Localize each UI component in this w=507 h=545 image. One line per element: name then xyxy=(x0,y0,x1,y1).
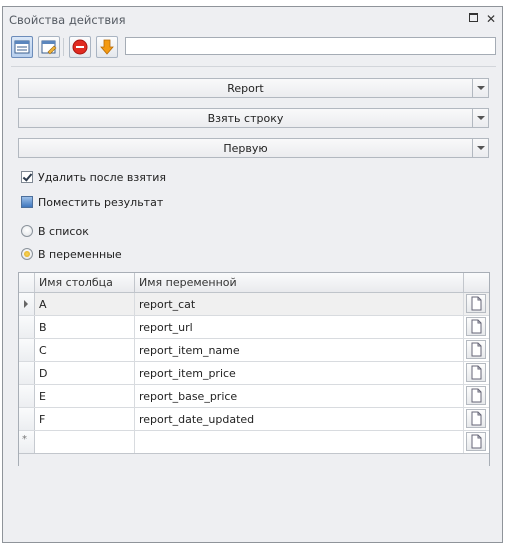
copy-icon[interactable] xyxy=(466,432,486,451)
variable-name-header[interactable]: Имя переменной xyxy=(135,273,464,292)
variable-name-cell[interactable]: report_url xyxy=(135,316,464,338)
source-select[interactable]: Report xyxy=(18,78,489,98)
action-select-value: Взять строку xyxy=(207,112,284,125)
action-properties-window: Свойства действия ✕ Report Взять строку … xyxy=(2,6,503,543)
toolbar-separator xyxy=(63,38,64,56)
column-name-header[interactable]: Имя столбца xyxy=(35,273,135,292)
variable-name-cell[interactable] xyxy=(135,431,464,453)
row-action-cell xyxy=(464,385,489,407)
table-row[interactable]: C report_item_name xyxy=(19,339,489,362)
row-indicator xyxy=(19,316,35,338)
stop-icon[interactable] xyxy=(69,36,91,58)
column-name-cell[interactable]: D xyxy=(35,362,135,384)
variable-name-cell[interactable]: report_item_name xyxy=(135,339,464,361)
header-indicator xyxy=(19,273,35,292)
row-action-cell xyxy=(464,339,489,361)
to-variables-label: В переменные xyxy=(38,247,122,261)
column-name-cell[interactable]: A xyxy=(35,293,135,315)
column-name-cell[interactable]: F xyxy=(35,408,135,430)
row-action-cell xyxy=(464,316,489,338)
restore-icon[interactable] xyxy=(469,13,478,25)
store-result-label: Поместить результат xyxy=(38,195,164,209)
table-row[interactable]: E report_base_price xyxy=(19,385,489,408)
radio-button[interactable] xyxy=(21,225,33,237)
column-name-cell[interactable] xyxy=(35,431,135,453)
row-action-cell xyxy=(464,293,489,315)
table-row[interactable]: F report_date_updated xyxy=(19,408,489,431)
variable-name-cell[interactable]: report_item_price xyxy=(135,362,464,384)
row-action-cell xyxy=(464,362,489,384)
action-select[interactable]: Взять строку xyxy=(18,108,489,128)
toolbar-text-input[interactable] xyxy=(125,37,496,55)
row-indicator xyxy=(19,339,35,361)
grid-header: Имя столбца Имя переменной xyxy=(19,273,489,293)
current-row-icon xyxy=(24,300,28,308)
source-select-value: Report xyxy=(227,82,264,95)
store-result-checkbox[interactable]: Поместить результат xyxy=(21,194,163,210)
to-list-radio[interactable]: В список xyxy=(21,223,89,239)
checkbox-box[interactable] xyxy=(21,171,33,183)
toolbar xyxy=(11,36,497,58)
row-choice-select[interactable]: Первую xyxy=(18,138,489,158)
column-name-cell[interactable]: B xyxy=(35,316,135,338)
row-action-cell xyxy=(464,408,489,430)
variable-name-cell[interactable]: report_cat xyxy=(135,293,464,315)
window-title: Свойства действия xyxy=(9,13,126,27)
toolbar-divider xyxy=(11,66,496,67)
row-action-cell xyxy=(464,431,489,453)
chevron-down-icon[interactable] xyxy=(472,109,488,127)
variable-name-cell[interactable]: report_date_updated xyxy=(135,408,464,430)
table-row[interactable]: A report_cat xyxy=(19,293,489,316)
copy-icon[interactable] xyxy=(466,386,486,405)
copy-icon[interactable] xyxy=(466,317,486,336)
row-indicator xyxy=(19,408,35,430)
delete-after-take-checkbox[interactable]: Удалить после взятия xyxy=(21,169,166,185)
new-row[interactable]: * xyxy=(19,431,489,454)
variable-name-cell[interactable]: report_base_price xyxy=(135,385,464,407)
column-name-cell[interactable]: C xyxy=(35,339,135,361)
column-name-cell[interactable]: E xyxy=(35,385,135,407)
new-row-icon: * xyxy=(22,434,27,445)
chevron-down-icon[interactable] xyxy=(472,139,488,157)
row-choice-select-value: Первую xyxy=(223,142,268,155)
close-icon[interactable]: ✕ xyxy=(486,13,496,25)
copy-icon[interactable] xyxy=(466,294,486,313)
table-view-icon[interactable] xyxy=(11,36,33,58)
arrow-down-icon[interactable] xyxy=(96,36,118,58)
row-indicator: * xyxy=(19,431,35,453)
checkbox-box[interactable] xyxy=(21,196,33,208)
title-bar: Свойства действия ✕ xyxy=(3,7,502,31)
copy-icon[interactable] xyxy=(466,409,486,428)
row-indicator xyxy=(19,362,35,384)
grid-footer xyxy=(19,453,489,466)
to-variables-radio[interactable]: В переменные xyxy=(21,246,122,262)
row-indicator xyxy=(19,293,35,315)
delete-after-take-label: Удалить после взятия xyxy=(38,170,167,184)
mapping-grid: Имя столбца Имя переменной A report_cat … xyxy=(18,272,490,466)
to-list-label: В список xyxy=(38,224,89,238)
window-edit-icon[interactable] xyxy=(38,36,60,58)
chevron-down-icon[interactable] xyxy=(472,79,488,97)
copy-icon[interactable] xyxy=(466,363,486,382)
copy-icon[interactable] xyxy=(466,340,486,359)
table-row[interactable]: D report_item_price xyxy=(19,362,489,385)
row-indicator xyxy=(19,385,35,407)
table-row[interactable]: B report_url xyxy=(19,316,489,339)
action-header xyxy=(464,273,489,292)
radio-button[interactable] xyxy=(21,248,33,260)
